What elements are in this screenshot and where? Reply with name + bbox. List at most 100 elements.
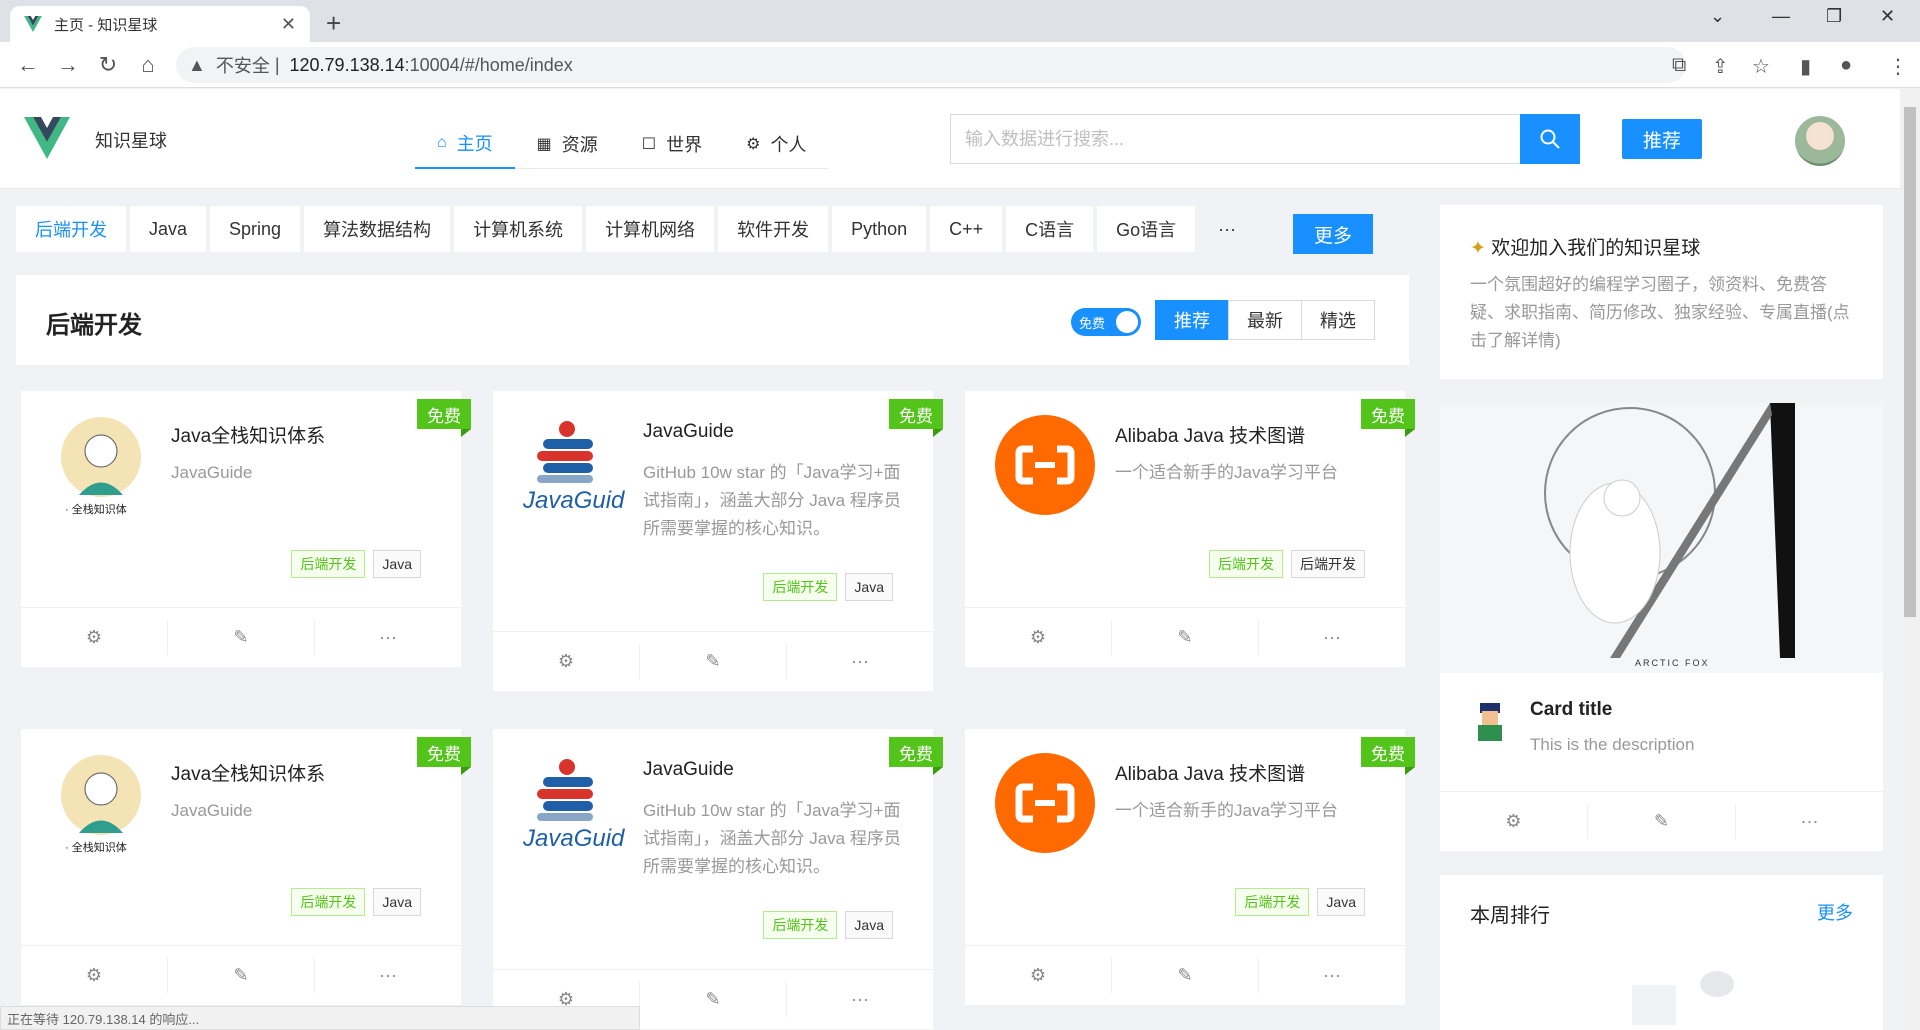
ellipsis-icon[interactable]: ··· — [315, 958, 461, 993]
sidepanel-icon[interactable]: ▮ — [1800, 54, 1811, 79]
settings-icon[interactable]: ⚙ — [965, 620, 1112, 655]
ellipsis-icon[interactable]: ··· — [315, 620, 461, 655]
tab-search-icon[interactable]: ⌄ — [1710, 6, 1725, 27]
settings-icon[interactable]: ⚙ — [21, 620, 168, 655]
tag[interactable]: 后端开发 — [763, 911, 838, 939]
home-browser-icon[interactable]: ⌂ — [134, 52, 162, 78]
category-item[interactable]: C语言 — [1006, 206, 1094, 252]
nav-personal[interactable]: ⚙ 个人 — [724, 119, 828, 169]
logo-caption: JavaGuid — [523, 825, 625, 852]
settings-icon[interactable]: ⚙ — [1440, 804, 1588, 839]
tag[interactable]: Java — [373, 550, 421, 578]
ellipsis-icon[interactable]: ··· — [787, 644, 933, 679]
tag[interactable]: 后端开发 — [1235, 888, 1310, 916]
card-title[interactable]: JavaGuide — [643, 759, 734, 781]
card-title[interactable]: Alibaba Java 技术图谱 — [1115, 759, 1305, 786]
edit-icon[interactable]: ✎ — [1588, 804, 1736, 839]
category-item[interactable]: 算法数据结构 — [304, 206, 451, 252]
new-tab-button[interactable]: + — [326, 8, 341, 39]
user-avatar[interactable] — [1795, 116, 1845, 166]
free-toggle-label: 免费 — [1079, 315, 1106, 331]
resource-card[interactable]: Alibaba Java 技术图谱 一个适合新手的Java学习平台 免费 后端开… — [965, 729, 1415, 1005]
window-close-icon[interactable]: ✕ — [1880, 6, 1895, 27]
tab-close-icon[interactable]: ✕ — [281, 14, 296, 35]
join-card[interactable]: ✦ 欢迎加入我们的知识星球 一个氛围超好的编程学习圈子，领资料、免费答疑、求职指… — [1440, 205, 1883, 379]
category-item[interactable]: 计算机系统 — [454, 206, 583, 252]
card-title[interactable]: Alibaba Java 技术图谱 — [1115, 421, 1305, 448]
page-scrollbar[interactable] — [1900, 89, 1920, 1030]
category-overflow[interactable]: ··· — [1199, 206, 1255, 252]
settings-icon[interactable]: ⚙ — [965, 958, 1112, 993]
edit-icon[interactable]: ✎ — [1112, 620, 1259, 655]
settings-icon[interactable]: ⚙ — [21, 958, 168, 993]
settings-icon[interactable]: ⚙ — [493, 644, 640, 679]
tag[interactable]: 后端开发 — [1209, 550, 1283, 578]
vue-logo-icon[interactable] — [24, 117, 70, 159]
edit-icon[interactable]: ✎ — [640, 644, 787, 679]
card-title[interactable]: Java全栈知识体系 — [171, 421, 325, 448]
share-icon[interactable]: ⇪ — [1712, 54, 1729, 79]
search-input[interactable] — [950, 114, 1520, 164]
edit-icon[interactable]: ✎ — [640, 982, 787, 1017]
resource-card[interactable]: Alibaba Java 技术图谱 一个适合新手的Java学习平台 免费 后端开… — [965, 391, 1415, 667]
tag[interactable]: Java — [845, 911, 893, 939]
resource-card[interactable]: JavaGuid JavaGuide GitHub 10w star 的「Jav… — [493, 729, 943, 1029]
tag[interactable]: Java — [845, 573, 893, 601]
profile-icon[interactable]: ● — [1840, 54, 1852, 77]
scroll-thumb[interactable] — [1904, 107, 1916, 617]
sort-recommend[interactable]: 推荐 — [1155, 300, 1229, 340]
restore-icon[interactable]: ❐ — [1826, 6, 1842, 27]
tag[interactable]: 后端开发 — [763, 573, 838, 601]
security-label: 不安全 — [215, 56, 270, 76]
resource-card[interactable]: JavaGuid JavaGuide GitHub 10w star 的「Jav… — [493, 391, 943, 691]
tag[interactable]: Java — [1317, 888, 1365, 916]
ellipsis-icon[interactable]: ··· — [1736, 804, 1883, 839]
category-item[interactable]: 软件开发 — [718, 206, 829, 252]
bookmark-star-icon[interactable]: ☆ — [1752, 54, 1770, 79]
reload-icon[interactable]: ↻ — [94, 52, 122, 78]
forward-icon[interactable]: → — [54, 52, 82, 78]
resource-card[interactable]: · 全栈知识体 Java全栈知识体系 JavaGuide 免费 后端开发 Jav… — [21, 729, 471, 1005]
tag[interactable]: 后端开发 — [1291, 550, 1365, 578]
edit-icon[interactable]: ✎ — [168, 620, 315, 655]
category-item[interactable]: Spring — [210, 206, 301, 252]
sort-latest[interactable]: 最新 — [1228, 300, 1302, 340]
category-item[interactable]: 计算机网络 — [586, 206, 715, 252]
category-item[interactable]: Python — [832, 206, 927, 252]
nav-resources[interactable]: ▦ 资源 — [515, 119, 620, 169]
browser-tab[interactable]: 主页 - 知识星球 ✕ — [10, 6, 310, 42]
edit-icon[interactable]: ✎ — [1112, 958, 1259, 993]
url-field[interactable]: ▲ 不安全 | 120.79.138.14 :10004/#/home/inde… — [176, 47, 1686, 83]
ellipsis-icon[interactable]: ··· — [787, 982, 933, 1017]
gear-icon: ⚙ — [746, 136, 761, 153]
nav-world[interactable]: ☐ 世界 — [620, 119, 724, 169]
free-toggle[interactable]: 免费 — [1071, 308, 1141, 336]
edit-icon[interactable]: ✎ — [168, 958, 315, 993]
ranking-more-link[interactable]: 更多 — [1817, 899, 1853, 925]
tag[interactable]: 后端开发 — [291, 550, 366, 578]
resource-card[interactable]: · 全栈知识体 Java全栈知识体系 JavaGuide 免费 后端开发 Jav… — [21, 391, 471, 667]
sort-featured[interactable]: 精选 — [1301, 300, 1375, 340]
minimize-icon[interactable]: — — [1772, 6, 1790, 27]
recommend-button[interactable]: 推荐 — [1622, 119, 1702, 159]
category-item[interactable]: Java — [130, 206, 207, 252]
nav-home[interactable]: ⌂ 主页 — [415, 119, 515, 169]
card-logo: JavaGuid — [523, 415, 624, 515]
translate-icon[interactable]: ⧉ — [1672, 54, 1686, 77]
toggle-knob — [1116, 311, 1138, 333]
ellipsis-icon[interactable]: ··· — [1259, 958, 1405, 993]
site-name[interactable]: 知识星球 — [95, 127, 167, 153]
browser-menu-icon[interactable]: ⋮ — [1888, 54, 1908, 79]
card-title[interactable]: Java全栈知识体系 — [171, 759, 325, 786]
more-categories-button[interactable]: 更多 — [1293, 214, 1373, 254]
search-button[interactable] — [1520, 114, 1580, 164]
back-icon[interactable]: ← — [14, 52, 42, 78]
card-title[interactable]: JavaGuide — [643, 421, 734, 443]
cover-card[interactable]: ARCTIC FOX Card title This is the descri… — [1440, 403, 1883, 851]
tag[interactable]: 后端开发 — [291, 888, 366, 916]
category-item[interactable]: 后端开发 — [16, 206, 126, 252]
category-item[interactable]: C++ — [930, 206, 1003, 252]
ellipsis-icon[interactable]: ··· — [1259, 620, 1405, 655]
category-item[interactable]: Go语言 — [1097, 206, 1196, 252]
tag[interactable]: Java — [373, 888, 421, 916]
